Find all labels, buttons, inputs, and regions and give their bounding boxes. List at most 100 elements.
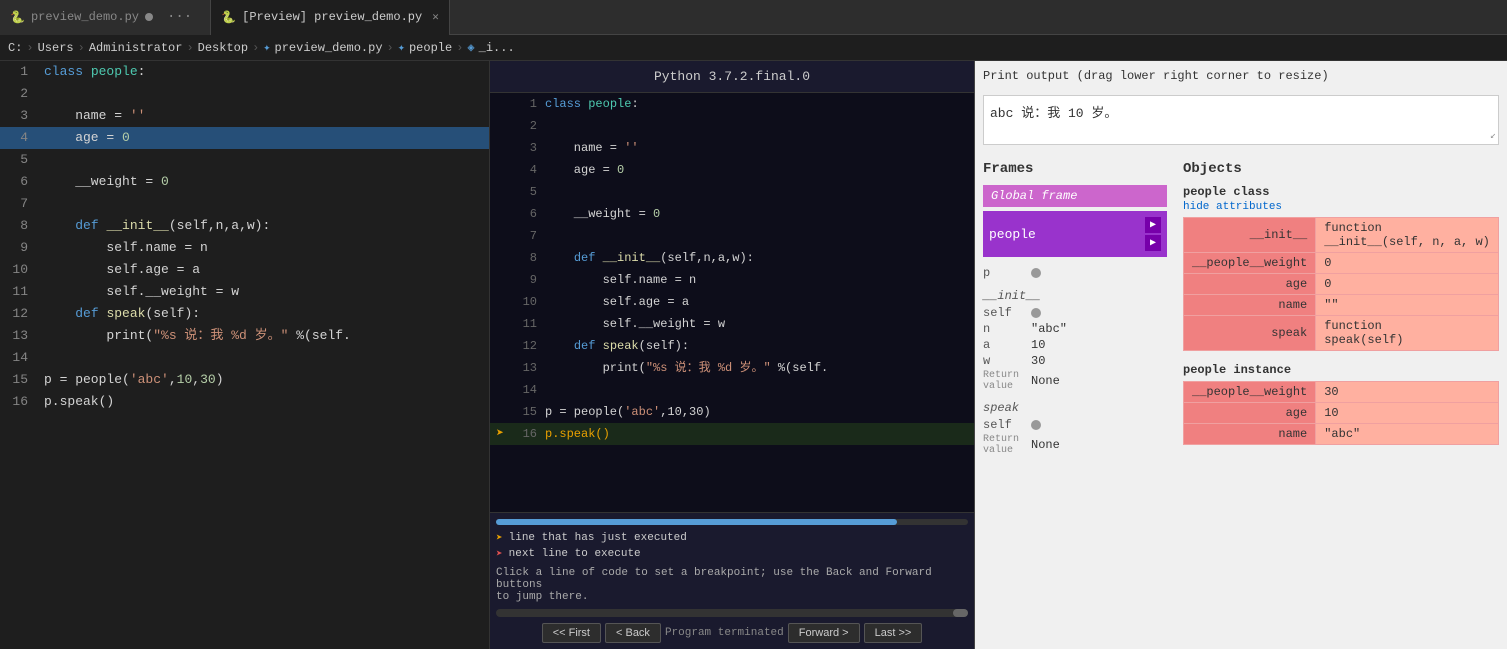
print-output: abc 说：我 10 岁。 ↙ <box>983 95 1499 145</box>
nav-buttons: << First < Back Program terminated Forwa… <box>496 623 968 643</box>
code-line-14: 14 <box>0 347 489 369</box>
people-instance-label: people instance <box>1183 363 1499 377</box>
forward-button[interactable]: Forward > <box>788 623 860 643</box>
legend: ➤ line that has just executed ➤ next lin… <box>496 531 968 561</box>
code-line-12: 12 def speak(self): <box>0 303 489 325</box>
tab-preview-icon: 🐍 <box>221 10 236 25</box>
people-arrow-2: ▶ <box>1145 235 1161 251</box>
code-line-15: 15 p = people('abc',10,30) <box>0 369 489 391</box>
progress-bar-wrap <box>496 519 968 525</box>
code-line-9: 9 self.name = n <box>0 237 489 259</box>
tutor-line-5[interactable]: 5 <box>490 181 974 203</box>
tutor-title: Python 3.7.2.final.0 <box>654 69 810 84</box>
tutor-line-1[interactable]: 1 class people: <box>490 93 974 115</box>
tab-bar: 🐍 preview_demo.py ··· 🐍 [Preview] previe… <box>0 0 1507 35</box>
people-instance-section: people instance __people__weight 30 age … <box>1183 363 1499 445</box>
right-panel: Print output (drag lower right corner to… <box>975 61 1507 649</box>
code-line-6: 6 __weight = 0 <box>0 171 489 193</box>
first-button[interactable]: << First <box>542 623 601 643</box>
people-instance-table: __people__weight 30 age 10 name "abc" <box>1183 381 1499 445</box>
tutor-line-6[interactable]: 6 __weight = 0 <box>490 203 974 225</box>
legend-executed-label: line that has just executed <box>509 532 687 544</box>
speak-self-row: self <box>983 417 1167 433</box>
last-button[interactable]: Last >> <box>864 623 923 643</box>
frames-title: Frames <box>983 161 1167 177</box>
tutor-line-15[interactable]: 15 p = people('abc',10,30) <box>490 401 974 423</box>
code-line-3: 3 name = '' <box>0 105 489 127</box>
speak-frame: speak self Returnvalue None <box>983 401 1167 457</box>
tutor-line-3[interactable]: 3 name = '' <box>490 137 974 159</box>
tutor-line-7[interactable]: 7 <box>490 225 974 247</box>
people-arrow-1: ▶ <box>1145 217 1161 233</box>
h-scrollbar[interactable] <box>496 609 968 617</box>
tab-preview[interactable]: 🐍 [Preview] preview_demo.py ✕ <box>211 0 450 35</box>
code-line-13: 13 print("%s 说：我 %d 岁。" %(self. <box>0 325 489 347</box>
resize-handle[interactable]: ↙ <box>1490 130 1496 142</box>
code-line-10: 10 self.age = a <box>0 259 489 281</box>
class-row-speak: speak functionspeak(self) <box>1184 316 1499 351</box>
speak-return-row: Returnvalue None <box>983 433 1167 457</box>
people-class-section: people class hide attributes __init__ fu… <box>1183 185 1499 351</box>
legend-next: ➤ next line to execute <box>496 547 968 561</box>
init-w-row: w 30 <box>983 353 1167 369</box>
code-line-2: 2 <box>0 83 489 105</box>
tab-dot <box>145 13 153 21</box>
frames-column: Frames Global frame people ▶ ▶ p __init_… <box>975 153 1175 649</box>
code-line-5: 5 <box>0 149 489 171</box>
tab-preview-demo[interactable]: 🐍 preview_demo.py ··· <box>0 0 211 35</box>
code-line-11: 11 self.__weight = w <box>0 281 489 303</box>
inst-row-weight: __people__weight 30 <box>1184 382 1499 403</box>
class-row-name: name "" <box>1184 295 1499 316</box>
click-info: Click a line of code to set a breakpoint… <box>496 567 968 603</box>
people-arrows: ▶ ▶ <box>1145 217 1161 251</box>
class-row-init: __init__ function__init__(self, n, a, w) <box>1184 218 1499 253</box>
global-frame-label: Global frame <box>983 185 1167 207</box>
breadcrumb: C: › Users › Administrator › Desktop › ✦… <box>0 35 1507 61</box>
tutor-code: 1 class people: 2 3 name = '' 4 age = 0 <box>490 93 974 512</box>
tutor-header: Python 3.7.2.final.0 <box>490 61 974 93</box>
tutor-line-12[interactable]: 12 def speak(self): <box>490 335 974 357</box>
scroll-thumb[interactable] <box>953 609 968 617</box>
tutor-line-4[interactable]: 4 age = 0 <box>490 159 974 181</box>
tab-more-icon[interactable]: ··· <box>159 9 200 25</box>
legend-next-arrow: ➤ <box>496 547 503 561</box>
class-row-age: age 0 <box>1184 274 1499 295</box>
progress-bar-fill <box>496 519 897 525</box>
init-frame: __init__ self n "abc" a 10 w <box>983 289 1167 393</box>
code-content: 1 class people: 2 3 name = '' 4 age = 0 … <box>0 61 489 649</box>
tutor-line-2[interactable]: 2 <box>490 115 974 137</box>
code-line-4: 4 age = 0 <box>0 127 489 149</box>
init-frame-name: __init__ <box>983 289 1167 303</box>
init-return-row: Returnvalue None <box>983 369 1167 393</box>
tutor-line-9[interactable]: 9 self.name = n <box>490 269 974 291</box>
tutor-line-16[interactable]: ➤ 16 p.speak() <box>490 423 974 445</box>
frame-row-p: p <box>983 265 1167 281</box>
class-row-weight: __people__weight 0 <box>1184 253 1499 274</box>
tutor-line-13[interactable]: 13 print("%s 说：我 %d 岁。" %(self. <box>490 357 974 379</box>
print-output-text: abc 说：我 10 岁。 <box>990 106 1117 121</box>
tutor-line-14[interactable]: 14 <box>490 379 974 401</box>
init-n-row: n "abc" <box>983 321 1167 337</box>
tutor-line-8[interactable]: 8 def __init__(self,n,a,w): <box>490 247 974 269</box>
speak-self-dot <box>1031 420 1041 430</box>
init-self-dot <box>1031 308 1041 318</box>
tab-label: preview_demo.py <box>31 10 139 24</box>
tutor-line-10[interactable]: 10 self.age = a <box>490 291 974 313</box>
people-class-table: __init__ function__init__(self, n, a, w)… <box>1183 217 1499 351</box>
tutor-panel: Python 3.7.2.final.0 1 class people: 2 3… <box>490 61 975 649</box>
main-layout: 1 class people: 2 3 name = '' 4 age = 0 … <box>0 61 1507 649</box>
people-class-label: people class hide attributes <box>1183 185 1499 213</box>
init-self-row: self <box>983 305 1167 321</box>
legend-executed-arrow: ➤ <box>496 531 503 545</box>
people-frame-box: people ▶ ▶ <box>983 211 1167 257</box>
back-button[interactable]: < Back <box>605 623 661 643</box>
tab-close-icon[interactable]: ✕ <box>432 10 439 24</box>
tutor-line-11[interactable]: 11 self.__weight = w <box>490 313 974 335</box>
print-output-label: Print output (drag lower right corner to… <box>983 69 1499 83</box>
people-label: people <box>989 227 1036 242</box>
legend-executed: ➤ line that has just executed <box>496 531 968 545</box>
frames-objects: Frames Global frame people ▶ ▶ p __init_… <box>975 153 1507 649</box>
legend-next-label: next line to execute <box>509 548 641 560</box>
hide-attrs-link[interactable]: hide attributes <box>1183 201 1282 213</box>
objects-title: Objects <box>1183 161 1499 177</box>
